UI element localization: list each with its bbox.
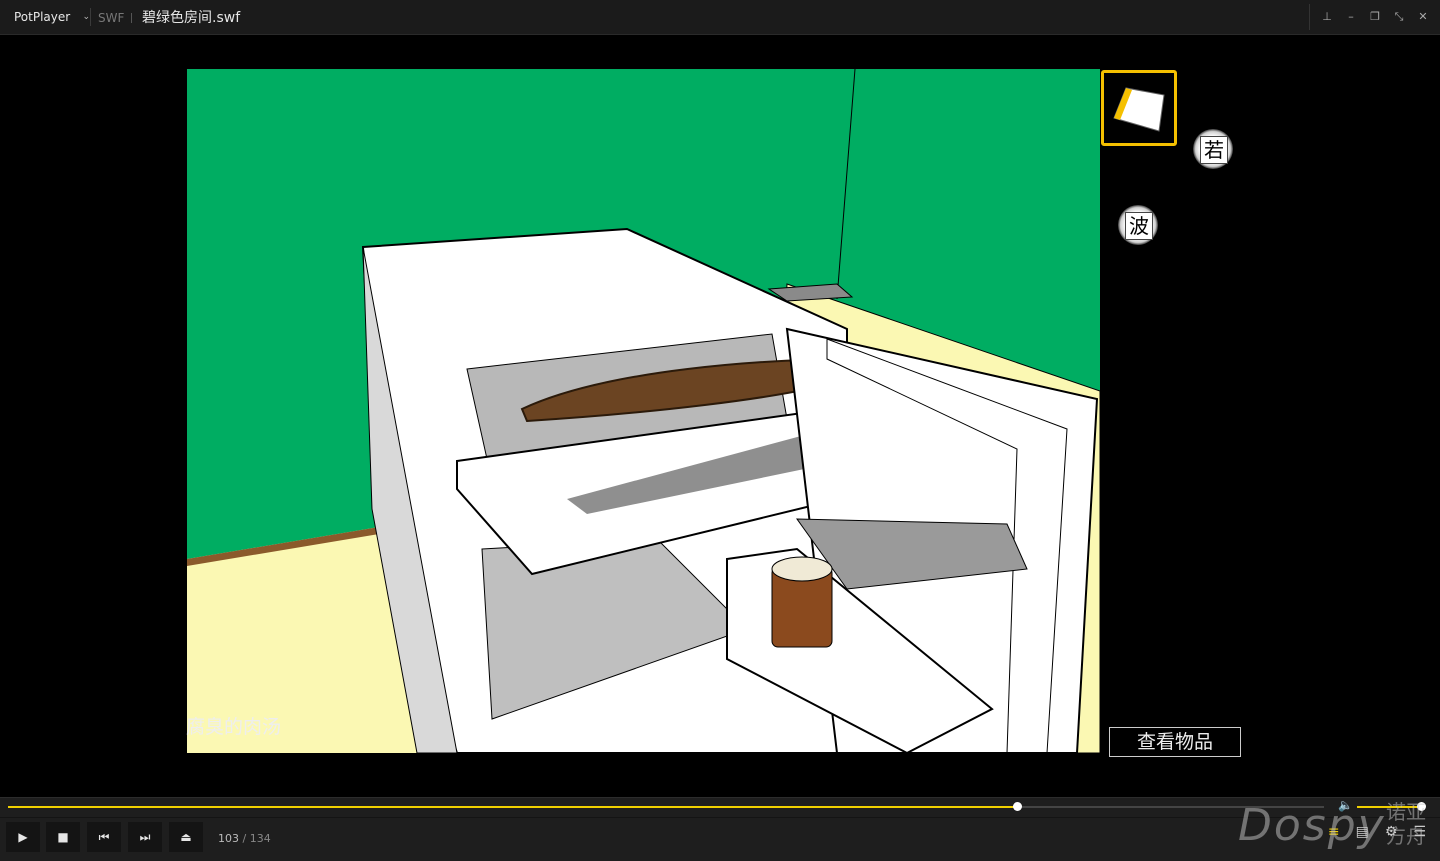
fullscreen-icon[interactable]: ⤡ <box>1390 4 1408 30</box>
close-icon[interactable]: ✕ <box>1414 4 1432 30</box>
note-paper-icon <box>1113 87 1165 132</box>
game-scene[interactable] <box>187 69 1100 753</box>
app-menu-button[interactable]: PotPlayer ⌄ <box>6 4 96 30</box>
watermark-cn: 诺亚方舟 <box>1386 800 1434 848</box>
char-button-ruo[interactable]: 若 <box>1193 129 1233 169</box>
file-title: 碧绿色房间.swf <box>142 10 241 26</box>
current-frame: 103 <box>218 832 239 845</box>
char-button-bo[interactable]: 波 <box>1118 205 1158 245</box>
total-frames: 134 <box>249 832 271 845</box>
char-label: 若 <box>1200 136 1228 164</box>
chevron-down-icon: ⌄ <box>82 12 90 22</box>
divider <box>131 13 132 23</box>
watermark-logo: Dospy <box>1238 800 1386 851</box>
divider <box>90 8 91 26</box>
seek-bar[interactable] <box>8 802 1324 811</box>
inspect-item-button[interactable]: 查看物品 <box>1109 727 1241 757</box>
item-caption: 腐臭的肉汤 <box>186 716 282 738</box>
divider <box>0 817 1440 818</box>
player-controls: 🔈 ▶ ■ ⏮ ⏭ ⏏ 103 / 134 ≡ ▤ ⚙ ☰ <box>0 797 1440 861</box>
eject-icon[interactable]: ⏏ <box>169 822 203 852</box>
video-area[interactable]: 若 波 腐臭的肉汤 查看物品 <box>0 35 1440 797</box>
restore-icon[interactable]: ❐ <box>1366 4 1384 30</box>
inventory-slot-selected[interactable] <box>1101 70 1177 146</box>
previous-icon[interactable]: ⏮ <box>87 822 121 852</box>
window-controls: ⊥ – ❐ ⤡ ✕ <box>1309 4 1432 30</box>
file-format-label: SWF <box>98 11 125 25</box>
seek-progress-fill <box>8 806 1018 808</box>
frame-separator: / <box>242 832 247 845</box>
title-bar: PotPlayer ⌄ SWF 碧绿色房间.swf ⊥ – ❐ ⤡ ✕ <box>0 0 1440 35</box>
stop-icon[interactable]: ■ <box>46 822 80 852</box>
next-icon[interactable]: ⏭ <box>128 822 162 852</box>
frame-counter: 103 / 134 <box>218 832 271 845</box>
seek-thumb[interactable] <box>1013 802 1023 811</box>
jar-lid <box>771 556 833 582</box>
pin-icon[interactable]: ⊥ <box>1318 4 1336 30</box>
char-label: 波 <box>1125 212 1153 240</box>
minimize-icon[interactable]: – <box>1342 4 1360 30</box>
watermark-cn-text: 诺亚方舟 <box>1386 800 1426 848</box>
app-name: PotPlayer <box>14 10 71 24</box>
play-icon[interactable]: ▶ <box>6 822 40 852</box>
